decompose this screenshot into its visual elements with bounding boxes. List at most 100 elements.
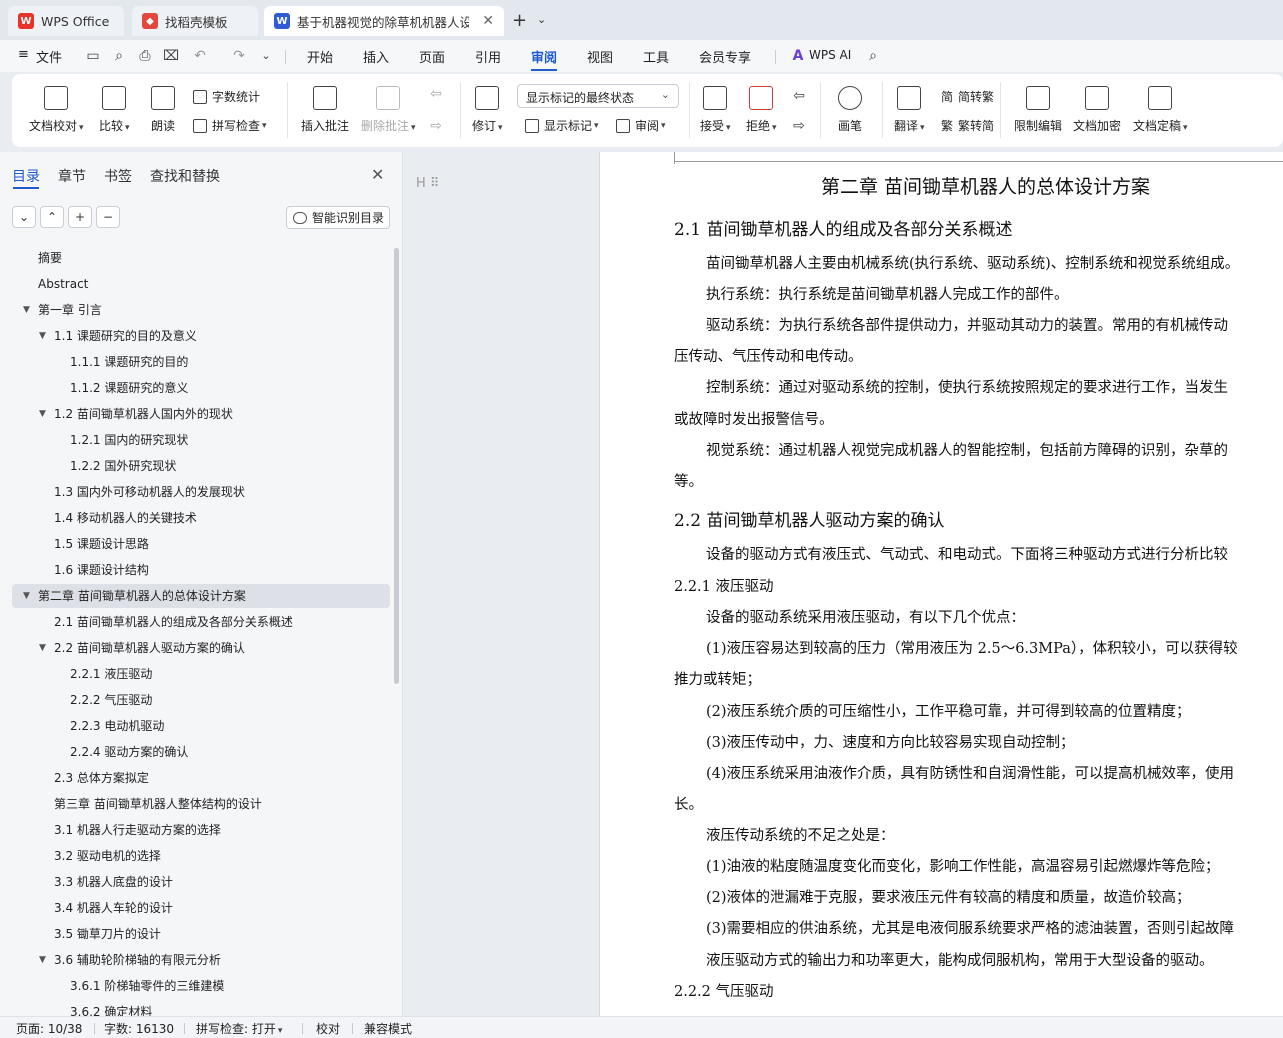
collapse-level-button[interactable]: ⌄ [12,206,36,228]
accept-button[interactable]: 接受 ▾ [700,86,731,134]
previous-change-icon[interactable]: ⇦ [791,88,807,104]
expand-level-button[interactable]: ⌃ [40,206,64,228]
toc-item[interactable]: 2.2.2 气压驱动 [12,688,390,712]
menu-member[interactable]: 会员专享 [699,47,751,66]
toc-item[interactable]: 3.6.2 确定材料 [12,1000,390,1016]
menu-review[interactable]: 审阅 [531,47,557,66]
menu-view[interactable]: 视图 [587,47,613,66]
print-icon[interactable]: ⎙ [137,48,153,64]
toc-item[interactable]: 2.1 苗间锄草机器人的组成及各部分关系概述 [12,610,390,634]
remove-heading-button[interactable]: − [96,206,120,228]
nav-tab-find-replace[interactable]: 查找和替换 [150,166,220,186]
toc-item[interactable]: 2.2.3 电动机驱动 [12,714,390,738]
nav-tab-bookmarks[interactable]: 书签 [104,166,132,186]
finalize-button[interactable]: 文档定稿 ▾ [1133,86,1188,134]
print-preview-icon[interactable]: ⌧ [163,48,179,64]
doc-proof-button[interactable]: 文档校对 ▾ [29,86,84,134]
expand-arrow-icon[interactable]: ▼ [39,402,46,426]
toc-item[interactable]: 1.5 课题设计思路 [12,532,390,556]
expand-arrow-icon[interactable]: ▼ [23,584,30,608]
menu-page[interactable]: 页面 [419,47,445,66]
toc-item[interactable]: 1.2.1 国内的研究现状 [12,428,390,452]
markup-state-select[interactable]: 显示标记的最终状态 ⌄ [517,84,679,108]
save-icon[interactable]: ▭ [85,48,101,64]
scrollbar-thumb[interactable] [394,248,399,684]
menu-tools[interactable]: 工具 [643,47,669,66]
restrict-edit-button[interactable]: 限制编辑 [1014,86,1062,134]
menu-references[interactable]: 引用 [475,47,501,66]
add-heading-button[interactable]: + [68,206,92,228]
heading-tool-icon[interactable]: H ⠿ [416,176,439,191]
translate-button[interactable]: 翻译 ▾ [894,86,925,134]
expand-arrow-icon[interactable]: ▼ [39,324,46,348]
toc-item[interactable]: 2.2.4 驱动方案的确认 [12,740,390,764]
add-tab-icon[interactable]: + [512,10,527,31]
expand-arrow-icon[interactable]: ▼ [39,636,46,660]
track-changes-button[interactable]: 修订 ▾ [472,86,503,134]
document-page[interactable]: 第二章 苗间锄草机器人的总体设计方案 2.1 苗间锄草机器人的组成及各部分关系概述… [599,152,1283,1016]
to-simplified-button[interactable]: 繁 繁转简 [941,117,994,134]
toc-item[interactable]: 2.2.1 液压驱动 [12,662,390,686]
menu-file[interactable]: 文件 [36,47,62,66]
reject-button[interactable]: 拒绝 ▾ [746,86,777,134]
spell-check-status[interactable]: 拼写检查: 打开 ▾ [196,1020,282,1037]
compare-button[interactable]: 比较 ▾ [99,86,130,134]
toc-item[interactable]: ▼ 1.2 苗间锄草机器人国内外的现状 [12,402,390,426]
toc-item[interactable]: 1.4 移动机器人的关键技术 [12,506,390,530]
search-icon[interactable]: ⌕ [865,48,881,64]
toc-item[interactable]: 1.2.2 国外研究现状 [12,454,390,478]
page-indicator[interactable]: 页面: 10/38 [16,1020,82,1037]
toc-item[interactable]: 3.6.1 阶梯轴零件的三维建模 [12,974,390,998]
encrypt-button[interactable]: 文档加密 [1073,86,1121,134]
menu-insert[interactable]: 插入 [363,47,389,66]
expand-arrow-icon[interactable]: ▼ [23,298,30,322]
show-markup-button[interactable]: 显示标记 ▾ [525,117,599,134]
toc-item[interactable]: 3.1 机器人行走驱动方案的选择 [12,818,390,842]
chevron-down-icon[interactable]: ⌄ [537,13,546,26]
toc-item[interactable]: ▼ 3.6 辅助轮阶梯轴的有限元分析 [12,948,390,972]
next-comment-icon[interactable]: ⇨ [428,118,444,134]
word-count[interactable]: 字数: 16130 [104,1020,174,1037]
toc-item[interactable]: 3.3 机器人底盘的设计 [12,870,390,894]
hamburger-icon[interactable]: ≡ [18,47,29,62]
toc-item[interactable]: 1.1.1 课题研究的目的 [12,350,390,374]
menu-wps-ai[interactable]: WPS AI [809,48,851,62]
toc-item[interactable]: 第三章 苗间锄草机器人整体结构的设计 [12,792,390,816]
toc-item[interactable]: 摘要 [12,246,390,270]
undo-icon[interactable]: ↶ [192,48,208,64]
tab-document[interactable]: W 基于机器视觉的除草机机器人设 ✕ [264,6,504,36]
toc-item[interactable]: 1.1.2 课题研究的意义 [12,376,390,400]
toc-item[interactable]: 2.3 总体方案拟定 [12,766,390,790]
smart-toc-button[interactable]: 智能识别目录 [286,206,390,229]
expand-arrow-icon[interactable]: ▼ [39,948,46,972]
read-aloud-button[interactable]: 朗读 [151,86,175,134]
close-icon[interactable]: ✕ [371,165,384,184]
next-change-icon[interactable]: ⇨ [791,118,807,134]
proof-status[interactable]: 校对 [316,1020,340,1037]
nav-tab-sections[interactable]: 章节 [58,166,86,186]
word-count-button[interactable]: 字数统计 [193,88,260,105]
menu-home[interactable]: 开始 [307,47,333,66]
toc-item[interactable]: 3.2 驱动电机的选择 [12,844,390,868]
pen-button[interactable]: 画笔 [838,86,862,134]
previous-comment-icon[interactable]: ⇦ [428,86,444,102]
to-traditional-button[interactable]: 简 简转繁 [941,88,994,105]
insert-comment-button[interactable]: 插入批注 [301,86,349,134]
close-tab-icon[interactable]: ✕ [482,13,494,29]
review-pane-button[interactable]: 审阅 ▾ [616,117,666,134]
spell-check-button[interactable]: 拼写检查 ▾ [193,117,267,134]
toc-item[interactable]: ▼ 2.2 苗间锄草机器人驱动方案的确认 [12,636,390,660]
chevron-down-icon[interactable]: ⌄ [258,48,274,64]
toc-item[interactable]: ▼ 第一章 引言 [12,298,390,322]
toc-item[interactable]: Abstract [12,272,390,296]
tab-template[interactable]: ◆ 找稻壳模板 [132,6,258,36]
redo-icon[interactable]: ↷ [231,48,247,64]
toc-item[interactable]: 3.5 锄草刀片的设计 [12,922,390,946]
toc-item[interactable]: ▼ 1.1 课题研究的目的及意义 [12,324,390,348]
share-icon[interactable]: ⌕ [111,48,127,64]
tab-wps-office[interactable]: W WPS Office [8,6,124,36]
toc-item[interactable]: 3.4 机器人车轮的设计 [12,896,390,920]
delete-comment-button[interactable]: 删除批注 ▾ [361,86,416,134]
nav-tab-toc[interactable]: 目录 [12,166,40,186]
toc-item[interactable]: 1.6 课题设计结构 [12,558,390,582]
